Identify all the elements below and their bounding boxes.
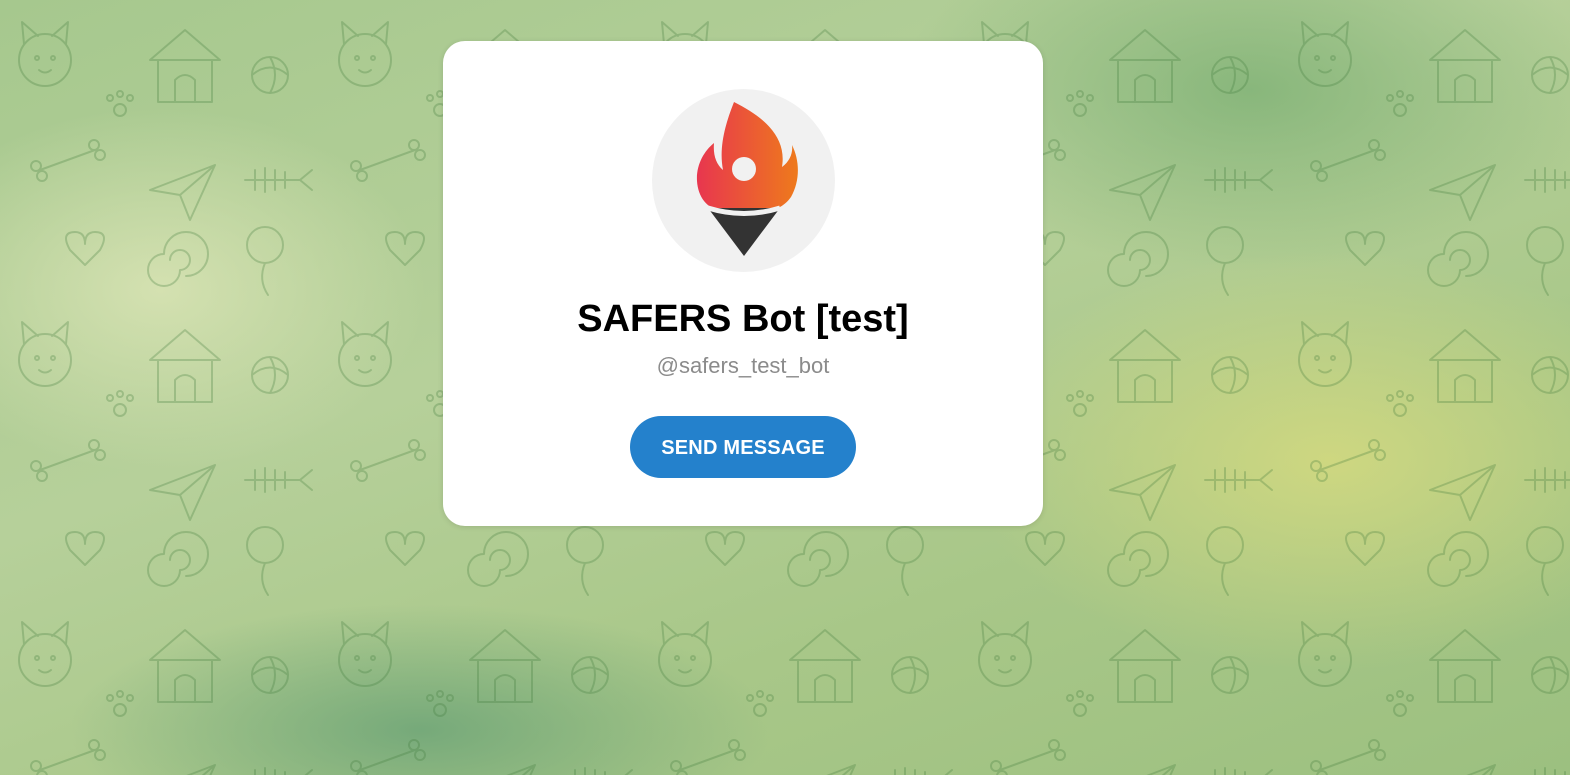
send-message-button[interactable]: SEND MESSAGE (630, 416, 856, 478)
bot-username: @safers_test_bot (656, 353, 830, 378)
bot-name-title: SAFERS Bot [test] (577, 298, 909, 340)
bot-avatar (652, 89, 835, 272)
bot-profile-card: SAFERS Bot [test] @safers_test_bot SEND … (443, 41, 1043, 526)
flame-location-pin-icon (696, 102, 798, 256)
